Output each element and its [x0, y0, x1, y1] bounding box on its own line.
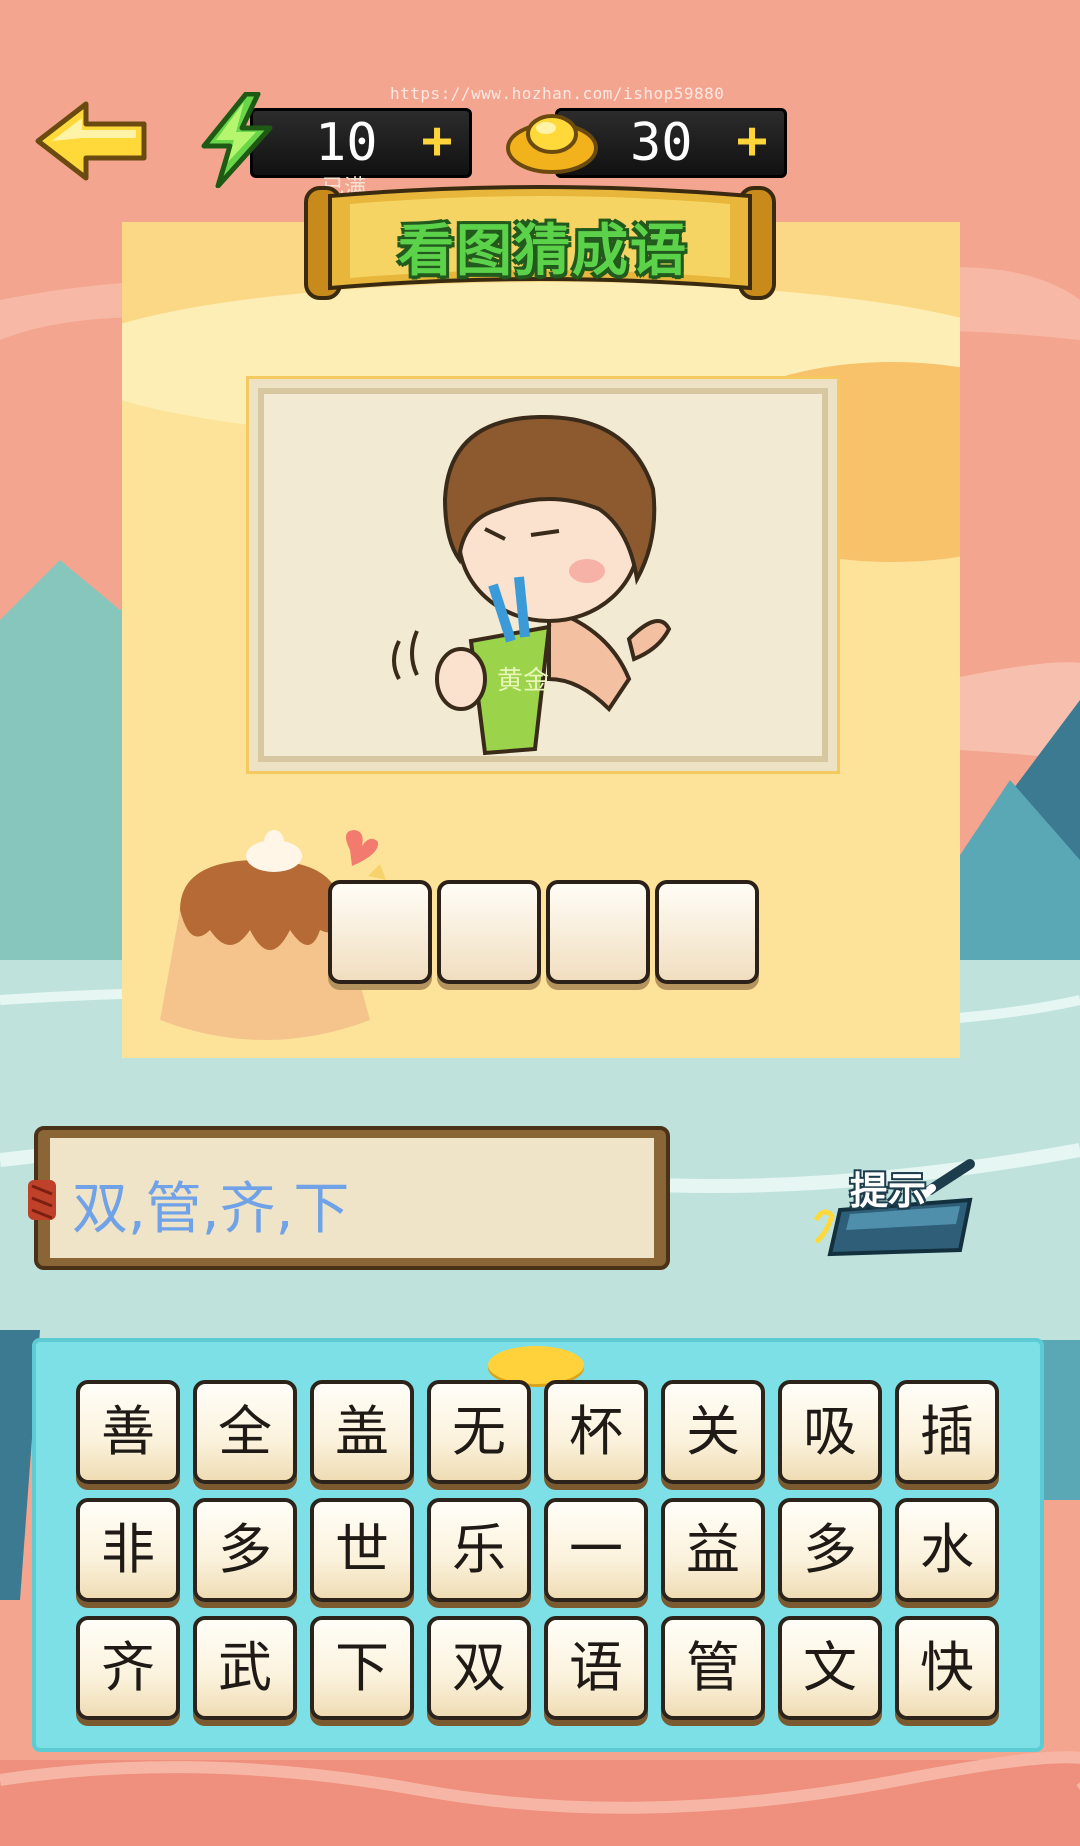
char-key[interactable]: 快 — [895, 1616, 999, 1720]
char-key[interactable]: 插 — [895, 1380, 999, 1484]
add-coins-button[interactable]: + — [730, 115, 774, 167]
char-key[interactable]: 善 — [76, 1380, 180, 1484]
keyboard-handle — [488, 1346, 584, 1384]
character-keyboard — [32, 1338, 1044, 1752]
energy-counter: 10 + — [250, 108, 472, 178]
char-key[interactable]: 水 — [895, 1498, 999, 1602]
answer-slot-3[interactable] — [546, 880, 650, 984]
char-key[interactable]: 一 — [544, 1498, 648, 1602]
back-button[interactable] — [32, 96, 150, 186]
puzzle-illustration: 黄金 — [249, 379, 837, 771]
brush-icon — [916, 1159, 975, 1202]
char-key[interactable]: 文 — [778, 1616, 882, 1720]
hint-text: 双,管,齐,下 — [72, 1177, 350, 1242]
watermark-text: https://www.hozhan.com/ishop59880 — [390, 84, 725, 103]
answer-slot-4[interactable] — [655, 880, 759, 984]
answer-slot-1[interactable] — [328, 880, 432, 984]
coin-value: 30 — [630, 113, 693, 173]
char-key[interactable]: 武 — [193, 1616, 297, 1720]
char-key[interactable]: 盖 — [310, 1380, 414, 1484]
char-key[interactable]: 乐 — [427, 1498, 531, 1602]
char-key[interactable]: 益 — [661, 1498, 765, 1602]
char-key[interactable]: 多 — [778, 1498, 882, 1602]
add-energy-button[interactable]: + — [415, 115, 459, 167]
gold-ingot-icon — [506, 114, 598, 174]
char-key[interactable]: 关 — [661, 1380, 765, 1484]
char-key[interactable]: 全 — [193, 1380, 297, 1484]
puzzle-image: 黄金 — [246, 376, 840, 774]
char-key[interactable]: 杯 — [544, 1380, 648, 1484]
char-key[interactable]: 吸 — [778, 1380, 882, 1484]
arrow-left-icon — [35, 101, 147, 181]
char-key[interactable]: 语 — [544, 1616, 648, 1720]
char-key[interactable]: 下 — [310, 1616, 414, 1720]
char-key[interactable]: 无 — [427, 1380, 531, 1484]
svg-text:黄金: 黄金 — [497, 666, 549, 696]
page-title: 看图猜成语 — [398, 219, 688, 284]
hint-button-label: 提示 — [850, 1169, 927, 1213]
char-key[interactable]: 齐 — [76, 1616, 180, 1720]
char-key[interactable]: 多 — [193, 1498, 297, 1602]
lightning-icon — [201, 92, 273, 188]
energy-value: 10 — [315, 113, 378, 173]
char-key[interactable]: 管 — [661, 1616, 765, 1720]
answer-slot-2[interactable] — [437, 880, 541, 984]
char-key[interactable]: 非 — [76, 1498, 180, 1602]
char-key[interactable]: 双 — [427, 1616, 531, 1720]
char-key[interactable]: 世 — [310, 1498, 414, 1602]
